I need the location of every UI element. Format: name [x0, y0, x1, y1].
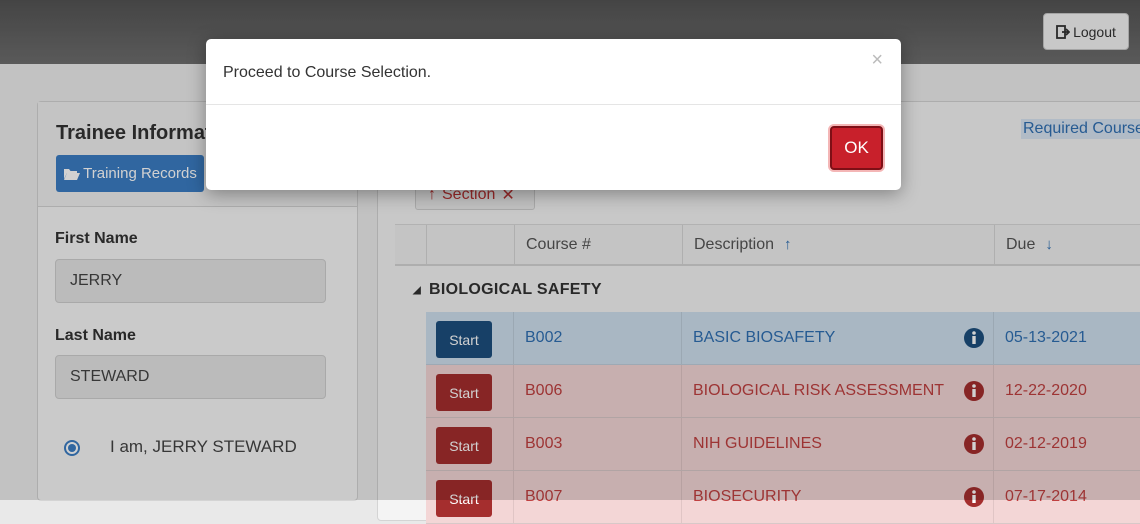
- dialog-body: Proceed to Course Selection. ×: [206, 39, 901, 105]
- confirm-dialog: Proceed to Course Selection. × OK: [206, 39, 901, 190]
- close-icon[interactable]: ×: [871, 49, 883, 72]
- ok-button[interactable]: OK: [830, 126, 883, 170]
- dialog-message: Proceed to Course Selection.: [223, 64, 432, 81]
